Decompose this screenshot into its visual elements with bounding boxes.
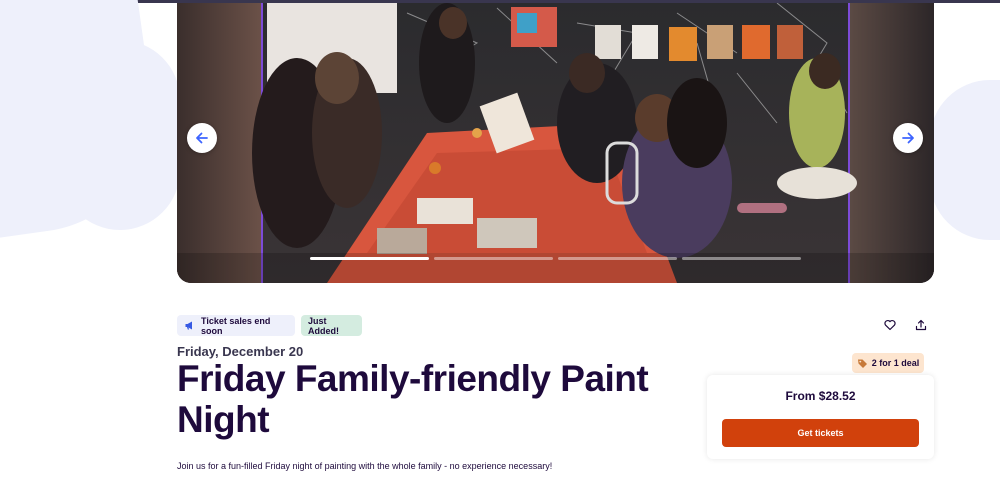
arrow-left-icon [196,132,208,144]
background-shape-right [930,80,1000,240]
deal-badge: 2 for 1 deal [852,353,924,373]
carousel-next-button[interactable] [893,123,923,153]
deal-label: 2 for 1 deal [871,358,920,368]
event-image-carousel[interactable] [177,3,934,283]
carousel-prev-button[interactable] [187,123,217,153]
tag-icon [857,359,867,368]
heart-icon [884,319,896,331]
share-button[interactable] [912,316,930,334]
get-tickets-button[interactable]: Get tickets [722,419,919,447]
megaphone-icon [184,320,195,331]
ticket-price: From $28.52 [785,389,856,403]
carousel-indicator[interactable] [682,257,801,260]
ticket-sales-badge: Ticket sales end soon [177,315,295,336]
ticket-sales-label: Ticket sales end soon [201,315,271,336]
share-icon [915,319,927,331]
event-date: Friday, December 20 [177,344,304,359]
carousel-indicator[interactable] [434,257,553,260]
event-photo [177,3,934,283]
carousel-indicator[interactable] [310,257,429,260]
event-summary: Join us for a fun-filled Friday night of… [177,461,553,471]
arrow-right-icon [902,132,914,144]
just-added-badge: Just Added! [301,315,362,336]
background-shape-left-2 [60,40,180,230]
like-button[interactable] [881,316,899,334]
event-title: Friday Family-friendly Paint Night [177,358,649,440]
carousel-indicators [310,257,801,260]
carousel-indicator[interactable] [558,257,677,260]
ticket-card: From $28.52 Get tickets [707,375,934,459]
